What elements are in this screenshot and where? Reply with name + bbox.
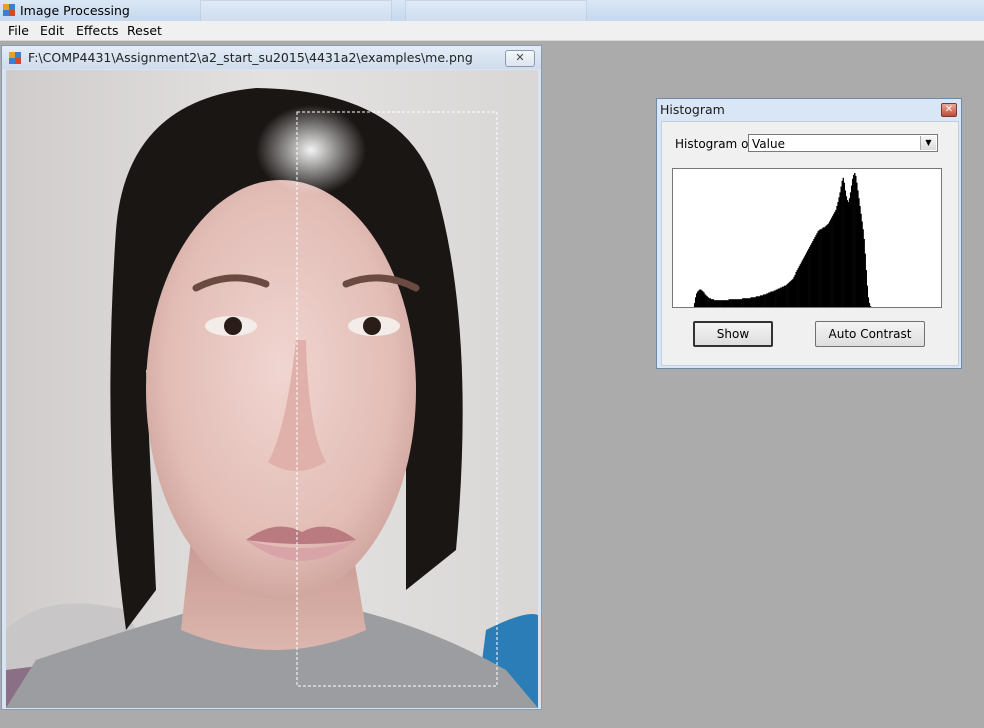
menu-file[interactable]: File bbox=[6, 23, 31, 38]
image-window-titlebar[interactable]: F:\COMP4431\Assignment2\a2_start_su2015\… bbox=[2, 46, 541, 69]
histogram-chart bbox=[693, 172, 872, 307]
show-button[interactable]: Show bbox=[693, 321, 773, 347]
histogram-plot bbox=[672, 168, 942, 308]
background-taskbar-tab bbox=[200, 0, 392, 21]
menu-reset[interactable]: Reset bbox=[125, 23, 164, 38]
image-window[interactable]: F:\COMP4431\Assignment2\a2_start_su2015\… bbox=[1, 45, 542, 710]
histogram-window[interactable]: Histogram ✕ Histogram of: Value ▼ Show A… bbox=[656, 98, 962, 369]
menu-edit[interactable]: Edit bbox=[38, 23, 66, 38]
histogram-bar bbox=[869, 306, 872, 307]
chevron-down-icon[interactable]: ▼ bbox=[920, 136, 936, 150]
image-file-path: F:\COMP4431\Assignment2\a2_start_su2015\… bbox=[28, 50, 473, 65]
app-titlebar: Image Processing bbox=[0, 0, 984, 21]
app-icon bbox=[3, 4, 15, 16]
app-title: Image Processing bbox=[20, 3, 130, 18]
auto-contrast-button[interactable]: Auto Contrast bbox=[815, 321, 925, 347]
portrait-photo bbox=[6, 70, 538, 708]
histogram-channel-value: Value bbox=[752, 137, 785, 151]
menu-bar: File Edit Effects Reset bbox=[0, 21, 984, 41]
histogram-window-close-button[interactable]: ✕ bbox=[941, 103, 957, 117]
histogram-channel-select[interactable]: Value ▼ bbox=[748, 134, 938, 152]
image-window-close-button[interactable]: ✕ bbox=[505, 50, 535, 67]
histogram-window-client: Histogram of: Value ▼ Show Auto Contrast bbox=[661, 121, 959, 366]
menu-effects[interactable]: Effects bbox=[74, 23, 121, 38]
image-canvas[interactable] bbox=[6, 70, 538, 708]
histogram-window-title: Histogram bbox=[660, 102, 725, 117]
app-icon bbox=[9, 52, 21, 64]
histogram-of-label: Histogram of: bbox=[675, 137, 757, 151]
close-icon: ✕ bbox=[515, 51, 525, 64]
close-icon: ✕ bbox=[944, 104, 954, 115]
background-taskbar-tab bbox=[405, 0, 587, 21]
